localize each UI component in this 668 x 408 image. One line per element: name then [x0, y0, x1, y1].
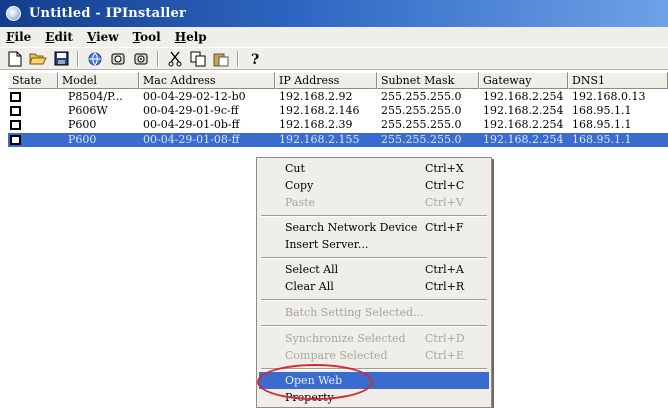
menu-separator — [261, 299, 487, 301]
cell-dns1: 192.168.0.13 — [572, 90, 646, 103]
cell-ip: 192.168.2.92 — [279, 90, 353, 103]
cell-gateway: 192.168.2.254 — [483, 90, 564, 103]
globe-icon — [6, 6, 21, 21]
search-network-icon[interactable] — [85, 50, 105, 68]
cell-mac: 00-04-29-01-08-ff — [143, 133, 240, 146]
device-settings-icon[interactable] — [131, 50, 151, 68]
save-icon[interactable] — [51, 50, 71, 68]
table-row[interactable]: P8504/P... 00-04-29-02-12-b0 192.168.2.9… — [8, 90, 668, 104]
cell-ip: 192.168.2.146 — [279, 104, 360, 117]
menu-item-paste[interactable]: Paste Ctrl+V — [259, 194, 489, 211]
cell-mask: 255.255.255.0 — [381, 90, 462, 103]
toolbar-separator — [77, 50, 79, 67]
cell-ip: 192.168.2.39 — [279, 118, 353, 131]
menu-file[interactable]: File — [6, 30, 31, 44]
paste-icon[interactable] — [211, 50, 231, 68]
column-header-dns1[interactable]: DNS1 — [568, 72, 668, 89]
menu-item-batch-setting[interactable]: Batch Setting Selected... — [259, 304, 489, 321]
toolbar-separator — [157, 50, 159, 67]
cell-model: P600 — [68, 118, 97, 131]
device-icon[interactable] — [108, 50, 128, 68]
menu-bar: File Edit View Tool Help — [0, 27, 668, 47]
table-row[interactable]: P600 00-04-29-01-0b-ff 192.168.2.39 255.… — [8, 118, 668, 132]
menu-help[interactable]: Help — [175, 30, 207, 44]
menu-item-clear-all[interactable]: Clear All Ctrl+R — [259, 278, 489, 295]
cell-mask: 255.255.255.0 — [381, 104, 462, 117]
menu-edit[interactable]: Edit — [45, 30, 73, 44]
title-bar: Untitled - IPInstaller — [0, 0, 668, 27]
menu-item-insert-server[interactable]: Insert Server... — [259, 236, 489, 253]
cell-gateway: 192.168.2.254 — [483, 118, 564, 131]
state-indicator — [10, 120, 21, 130]
annotation-ellipse — [257, 364, 373, 400]
state-indicator — [10, 106, 21, 116]
cell-model: P600 — [68, 133, 97, 146]
new-file-icon[interactable] — [5, 50, 25, 68]
cell-model: P606W — [68, 104, 108, 117]
column-header-subnet-mask[interactable]: Subnet Mask — [377, 72, 479, 89]
menu-item-cut[interactable]: Cut Ctrl+X — [259, 160, 489, 177]
cell-dns1: 168.95.1.1 — [572, 104, 632, 117]
column-header-model[interactable]: Model — [58, 72, 139, 89]
cell-ip: 192.168.2.155 — [279, 133, 360, 146]
window-title: Untitled - IPInstaller — [29, 6, 187, 21]
cell-gateway: 192.168.2.254 — [483, 133, 564, 146]
help-icon[interactable]: ? — [245, 50, 265, 68]
svg-text:?: ? — [251, 52, 259, 67]
cell-mac: 00-04-29-01-0b-ff — [143, 118, 240, 131]
menu-view[interactable]: View — [87, 30, 119, 44]
cell-mac: 00-04-29-02-12-b0 — [143, 90, 246, 103]
menu-item-compare-selected[interactable]: Compare Selected Ctrl+E — [259, 347, 489, 364]
cell-mask: 255.255.255.0 — [381, 133, 462, 146]
table-row-selected[interactable]: P600 00-04-29-01-08-ff 192.168.2.155 255… — [8, 133, 668, 147]
cell-mask: 255.255.255.0 — [381, 118, 462, 131]
copy-icon[interactable] — [188, 50, 208, 68]
open-folder-icon[interactable] — [28, 50, 48, 68]
menu-separator — [261, 257, 487, 259]
column-header-mac-address[interactable]: Mac Address — [139, 72, 275, 89]
toolbar: ? — [0, 47, 668, 70]
menu-item-copy[interactable]: Copy Ctrl+C — [259, 177, 489, 194]
state-indicator — [10, 92, 21, 102]
menu-item-search-network-device[interactable]: Search Network Device Ctrl+F — [259, 219, 489, 236]
cell-gateway: 192.168.2.254 — [483, 104, 564, 117]
column-header-ip-address[interactable]: IP Address — [275, 72, 377, 89]
cell-dns1: 168.95.1.1 — [572, 118, 632, 131]
column-header-state[interactable]: State — [8, 72, 58, 89]
menu-separator — [261, 325, 487, 327]
menu-item-select-all[interactable]: Select All Ctrl+A — [259, 261, 489, 278]
menu-tool[interactable]: Tool — [133, 30, 161, 44]
cell-mac: 00-04-29-01-9c-ff — [143, 104, 239, 117]
state-indicator — [10, 135, 21, 145]
cell-dns1: 168.95.1.1 — [572, 133, 632, 146]
table-row[interactable]: P606W 00-04-29-01-9c-ff 192.168.2.146 25… — [8, 104, 668, 118]
column-header-gateway[interactable]: Gateway — [479, 72, 568, 89]
menu-separator — [261, 215, 487, 217]
cell-model: P8504/P... — [68, 90, 123, 103]
menu-item-synchronize-selected[interactable]: Synchronize Selected Ctrl+D — [259, 330, 489, 347]
cut-icon[interactable] — [165, 50, 185, 68]
toolbar-separator — [237, 50, 239, 67]
